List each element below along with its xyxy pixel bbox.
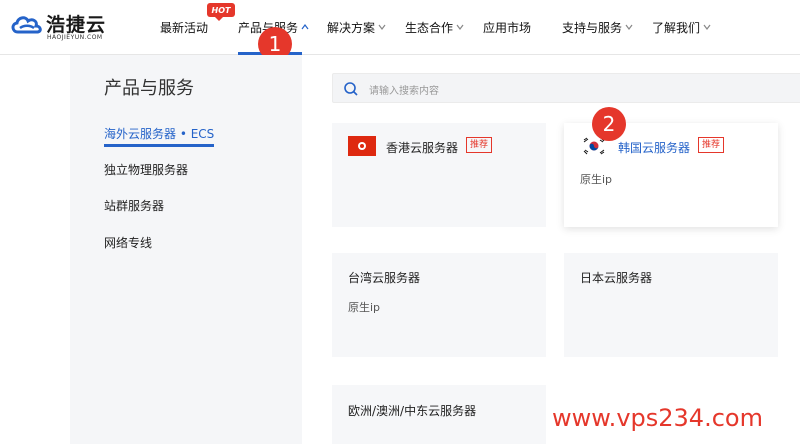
search-placeholder: 请输入搜索内容 (369, 86, 439, 97)
nav-item-label: 最新活动 (160, 20, 209, 35)
chevron-down-icon (625, 24, 633, 30)
watermark-text: www.vps234.com (552, 404, 763, 432)
logo[interactable]: 浩捷云 HAOJIEYUN.COM (10, 9, 120, 45)
nav-item-support[interactable]: 支持与服务 (562, 18, 633, 36)
recommend-tag: 推荐 (698, 137, 725, 153)
product-card-japan[interactable]: 日本云服务器 (564, 253, 778, 357)
sidebar-item-overseas-ecs[interactable]: 海外云服务器 • ECS (104, 125, 214, 142)
sidebar-item-network-line[interactable]: 网络专线 (104, 234, 152, 251)
nav-item-label: 生态合作 (405, 20, 454, 35)
sidebar-item-site-group-server[interactable]: 站群服务器 (104, 197, 164, 214)
search-input[interactable]: 请输入搜索内容 (332, 73, 800, 103)
nav-item-latest-activities[interactable]: 最新活动 (160, 18, 208, 36)
cloud-logo-icon (11, 16, 42, 34)
products-main: 请输入搜索内容 香港云服务器 推荐 韩国云服务器 推荐 原生ip 2 台湾云服务… (302, 55, 800, 444)
product-card-hongkong[interactable]: 香港云服务器 推荐 (332, 123, 546, 227)
nav-item-app-market[interactable]: 应用市场 (483, 18, 531, 36)
category-sidebar: 产品与服务 海外云服务器 • ECS 独立物理服务器 站群服务器 网络专线 (70, 55, 302, 444)
card-title: 日本云服务器 (580, 271, 653, 285)
sidebar-title: 产品与服务 (104, 78, 194, 99)
nav-item-label: 解决方案 (327, 20, 376, 35)
sidebar-item-dedicated-server[interactable]: 独立物理服务器 (104, 161, 188, 178)
sidebar-active-indicator (104, 144, 214, 147)
card-title: 韩国云服务器 (618, 141, 691, 155)
nav-item-label: 了解我们 (652, 20, 701, 35)
search-icon (344, 82, 358, 96)
nav-item-ecosystem[interactable]: 生态合作 (405, 18, 464, 36)
chevron-up-icon (301, 24, 309, 30)
nav-item-about-us[interactable]: 了解我们 (652, 18, 711, 36)
brand-domain: HAOJIEYUN.COM (47, 34, 103, 41)
card-subtitle: 原生ip (348, 301, 381, 314)
card-title: 欧洲/澳洲/中东云服务器 (348, 404, 477, 418)
nav-item-solutions[interactable]: 解决方案 (327, 18, 386, 36)
card-subtitle: 原生ip (580, 173, 613, 186)
step-marker-2: 2 (592, 107, 626, 141)
nav-item-label: 应用市场 (483, 20, 532, 35)
nav-item-label: 支持与服务 (562, 20, 623, 35)
recommend-tag: 推荐 (466, 137, 493, 153)
hongkong-flag-icon (348, 136, 376, 156)
product-card-taiwan[interactable]: 台湾云服务器 原生ip (332, 253, 546, 357)
card-title: 香港云服务器 (386, 141, 459, 155)
brand-name: 浩捷云 (46, 14, 107, 36)
top-nav-bar: 浩捷云 HAOJIEYUN.COM 最新活动 HOT 产品与服务 解决方案 生态… (0, 0, 800, 55)
chevron-down-icon (378, 24, 386, 30)
chevron-down-icon (703, 24, 711, 30)
product-card-europe-australia-middleeast[interactable]: 欧洲/澳洲/中东云服务器 (332, 385, 546, 444)
card-title: 台湾云服务器 (348, 271, 421, 285)
chevron-down-icon (456, 24, 464, 30)
product-card-korea[interactable]: 韩国云服务器 推荐 原生ip (564, 123, 778, 227)
hot-badge: HOT (207, 3, 235, 21)
